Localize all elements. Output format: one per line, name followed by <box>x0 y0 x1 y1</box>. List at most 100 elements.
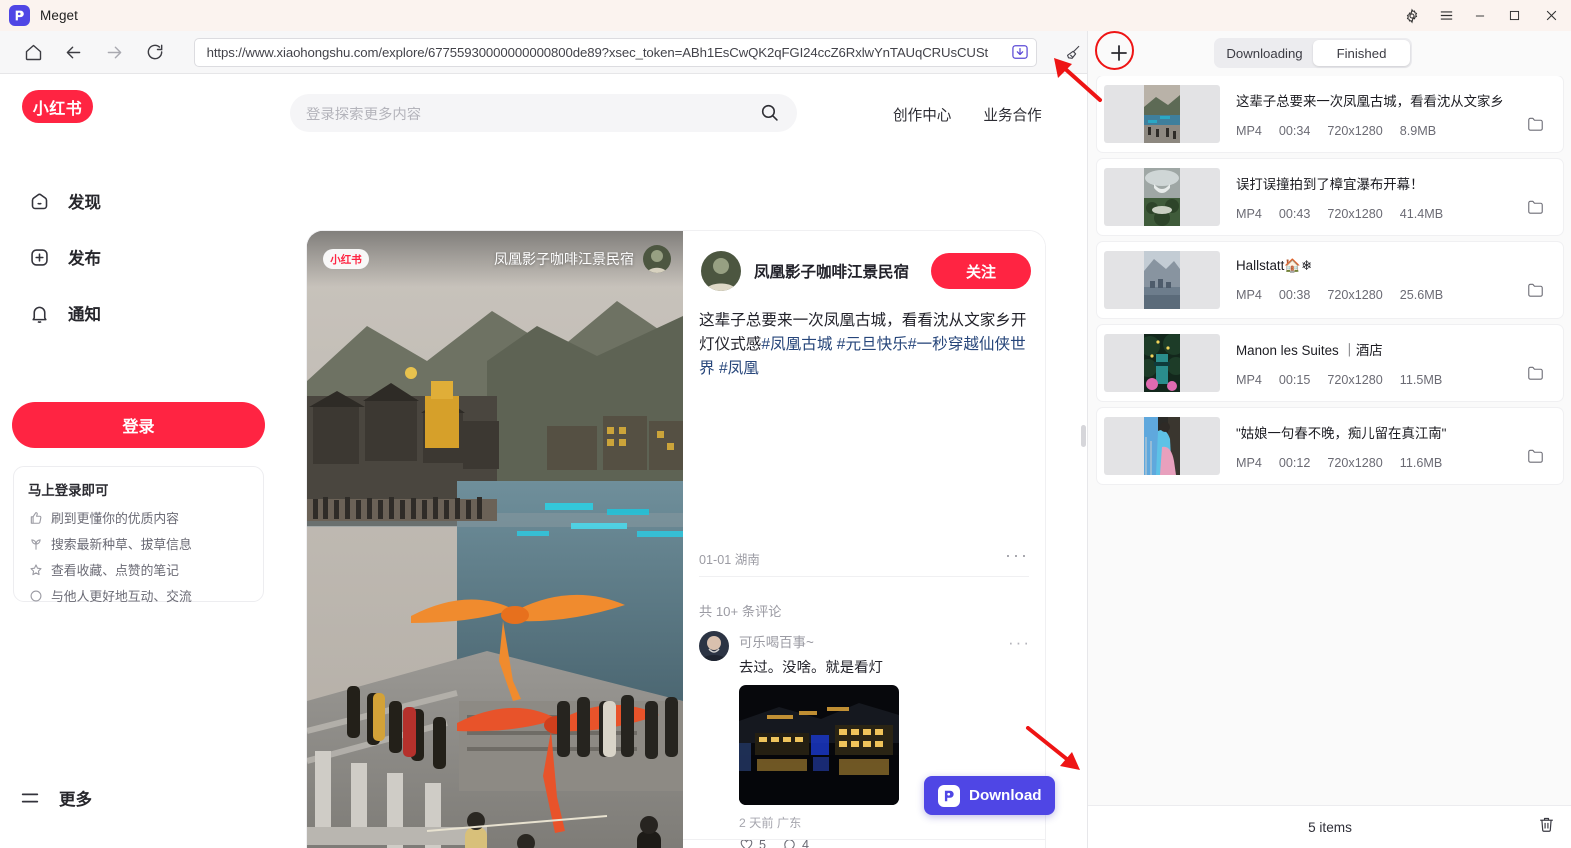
sidebar-item-publish[interactable]: 发布 <box>18 235 258 279</box>
folder-icon[interactable] <box>1526 280 1545 304</box>
item-title: 这辈子总要来一次凤凰古城，看看沈从文家乡开灯 <box>1236 94 1504 109</box>
item-info: 这辈子总要来一次凤凰古城，看看沈从文家乡开灯 MP4 00:34 720x128… <box>1236 90 1563 138</box>
thumbs-up-icon <box>28 510 43 525</box>
folder-icon[interactable] <box>1526 114 1545 138</box>
window-minimize-button[interactable] <box>1463 0 1497 31</box>
sidebar-item-notifications[interactable]: 通知 <box>18 291 258 335</box>
post-tag[interactable]: #元旦快乐 <box>837 336 908 353</box>
login-button[interactable]: 登录 <box>12 402 265 448</box>
post-more-icon[interactable]: ··· <box>1005 545 1029 566</box>
avatar <box>643 245 671 273</box>
item-info: Manon les Suites ｜酒店 MP4 00:15 720x1280 … <box>1236 339 1563 387</box>
item-info: 误打误撞拍到了樟宜瀑布开幕！ MP4 00:43 720x1280 41.4MB <box>1236 173 1563 221</box>
reload-icon[interactable] <box>140 37 171 68</box>
item-info: "姑娘一句春不晚，痴儿留在真江南" MP4 00:12 720x1280 11.… <box>1236 422 1563 470</box>
address-bar-url: https://www.xiaohongshu.com/explore/6775… <box>206 44 989 60</box>
xhs-logo[interactable]: 小红书 <box>22 90 93 123</box>
thumbnail <box>1104 417 1220 475</box>
list-item[interactable]: 这辈子总要来一次凤凰古城，看看沈从文家乡开灯 MP4 00:34 720x128… <box>1097 76 1563 152</box>
login-promo-text: 查看收藏、点赞的笔记 <box>51 563 179 578</box>
item-resolution: 720x1280 <box>1327 124 1383 138</box>
item-resolution: 720x1280 <box>1327 456 1383 470</box>
tab-downloading[interactable]: Downloading <box>1216 40 1313 66</box>
follow-button[interactable]: 关注 <box>931 253 1031 289</box>
home-icon[interactable] <box>18 37 49 68</box>
item-resolution: 720x1280 <box>1327 207 1383 221</box>
window-maximize-button[interactable] <box>1497 0 1531 31</box>
download-panel-header: Downloading Finished <box>1088 31 1571 76</box>
post-author-name[interactable]: 凤凰影子咖啡江景民宿 <box>754 260 909 282</box>
topnav-business[interactable]: 业务合作 <box>983 104 1041 125</box>
comment-icon <box>28 588 43 603</box>
folder-icon[interactable] <box>1526 363 1545 387</box>
video-author-name: 凤凰影子咖啡江景民宿 <box>494 251 634 267</box>
comment-time-location: 2 天前 广东 <box>739 816 802 830</box>
item-title: 误打误撞拍到了樟宜瀑布开幕！ <box>1236 177 1424 192</box>
comment-more-icon[interactable]: ··· <box>1008 633 1031 653</box>
forward-arrow-icon[interactable] <box>99 37 130 68</box>
download-list[interactable]: 这辈子总要来一次凤凰古城，看看沈从文家乡开灯 MP4 00:34 720x128… <box>1088 76 1571 805</box>
xhs-topnav: 创作中心 业务合作 <box>893 104 1042 125</box>
login-promo-text: 搜索最新种草、拔草信息 <box>51 537 192 552</box>
comment-image[interactable] <box>739 685 899 805</box>
app-window: Meget https://www.xiaohongshu.com/explor… <box>0 0 1571 848</box>
list-item[interactable]: "姑娘一句春不晚，痴儿留在真江南" MP4 00:12 720x1280 11.… <box>1097 408 1563 484</box>
item-format: MP4 <box>1236 373 1262 387</box>
item-resolution: 720x1280 <box>1327 373 1383 387</box>
item-resolution: 720x1280 <box>1327 288 1383 302</box>
item-info: Hallstatt🏠❄ MP4 00:38 720x1280 25.6MB <box>1236 258 1563 302</box>
post-body: 这辈子总要来一次凤凰古城，看看沈从文家乡开灯仪式感#凤凰古城 #元旦快乐#一秒穿… <box>699 309 1029 381</box>
list-item[interactable]: Manon les Suites ｜酒店 MP4 00:15 720x1280 … <box>1097 325 1563 401</box>
sidebar-item-more[interactable]: 更多 <box>18 786 92 810</box>
login-promo-row: 刷到更懂你的优质内容 <box>28 508 249 527</box>
sidebar-item-discover[interactable]: 发现 <box>18 179 258 223</box>
window-menu-icon[interactable] <box>1429 0 1463 31</box>
folder-icon[interactable] <box>1526 197 1545 221</box>
add-task-button[interactable] <box>1103 37 1135 69</box>
item-size: 41.4MB <box>1399 207 1444 221</box>
topnav-creator-center[interactable]: 创作中心 <box>893 104 951 125</box>
search-icon[interactable] <box>759 102 781 124</box>
download-panel: Downloading Finished 这辈子总要来一次凤凰古城，看看沈从文家… <box>1087 31 1571 848</box>
video-author[interactable]: 凤凰影子咖啡江景民宿 <box>494 245 671 273</box>
star-icon <box>28 562 43 577</box>
avatar[interactable] <box>701 251 741 291</box>
folder-icon[interactable] <box>1526 446 1545 470</box>
login-promo-text: 刷到更懂你的优质内容 <box>51 511 179 526</box>
item-duration: 00:43 <box>1278 207 1311 221</box>
post-tag[interactable]: #凤凰 <box>719 360 759 377</box>
video-player[interactable]: 小红书 凤凰影子咖啡江景民宿 <box>307 231 683 848</box>
trash-icon[interactable] <box>1537 815 1556 839</box>
back-arrow-icon[interactable] <box>59 37 90 68</box>
download-button[interactable]: Download <box>924 776 1055 815</box>
avatar[interactable] <box>699 631 729 661</box>
item-meta: MP4 00:38 720x1280 25.6MB <box>1236 288 1563 302</box>
browser-toolbar: https://www.xiaohongshu.com/explore/6775… <box>0 31 1087 74</box>
app-title: Meget <box>40 8 79 23</box>
item-title: Manon les Suites ｜酒店 <box>1236 343 1383 358</box>
address-bar[interactable]: https://www.xiaohongshu.com/explore/6775… <box>193 37 1038 67</box>
tab-finished[interactable]: Finished <box>1313 40 1410 66</box>
sprout-icon <box>28 536 43 551</box>
page-viewport: 小红书 发现 发布 通知 登录 马上登录即可 刷到更懂你的优质内容 搜索最新种草… <box>0 74 1087 848</box>
sidebar-item-label: 发布 <box>68 250 101 268</box>
panel-resize-handle[interactable] <box>1081 425 1086 447</box>
download-box-icon[interactable] <box>1010 42 1030 62</box>
item-format: MP4 <box>1236 288 1262 302</box>
search-input[interactable]: 登录探索更多内容 <box>290 94 797 132</box>
item-size: 11.5MB <box>1399 373 1443 387</box>
comment-author[interactable]: 可乐喝百事~ <box>739 631 1031 651</box>
list-item[interactable]: 误打误撞拍到了樟宜瀑布开幕！ MP4 00:43 720x1280 41.4MB <box>1097 159 1563 235</box>
post-author-row: 凤凰影子咖啡江景民宿 关注 <box>701 251 1031 291</box>
list-item[interactable]: Hallstatt🏠❄ MP4 00:38 720x1280 25.6MB <box>1097 242 1563 318</box>
settings-gear-icon[interactable] <box>1395 0 1429 31</box>
download-panel-footer: 5 items <box>1088 805 1571 848</box>
xhs-sidebar: 小红书 发现 发布 通知 登录 马上登录即可 刷到更懂你的优质内容 搜索最新种草… <box>0 74 278 848</box>
engagement-bar: 评论 1千+ 10+ <box>683 839 1045 848</box>
window-close-button[interactable] <box>1531 0 1571 31</box>
item-meta: MP4 00:15 720x1280 11.5MB <box>1236 373 1563 387</box>
download-tabs: Downloading Finished <box>1214 38 1412 68</box>
post-tag[interactable]: #凤凰古城 <box>761 336 832 353</box>
broom-icon[interactable] <box>1059 38 1087 66</box>
post-date-location: 01-01 湖南 <box>699 553 760 567</box>
